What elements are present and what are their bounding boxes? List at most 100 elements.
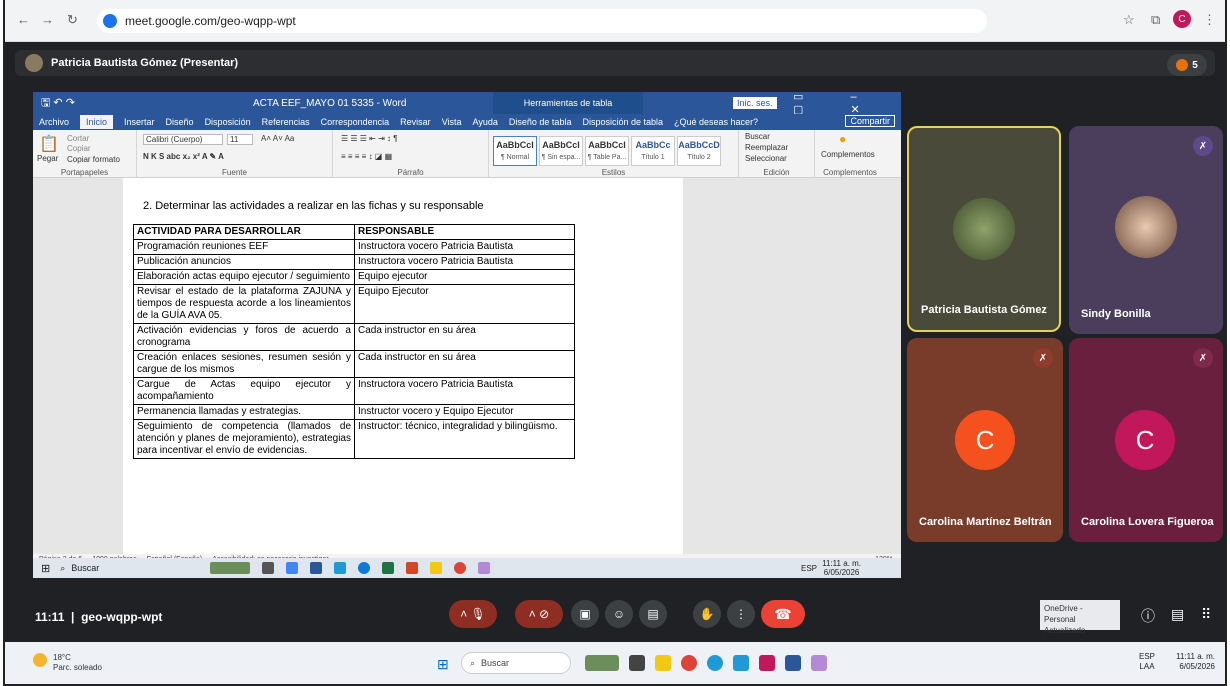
find-button[interactable]: Buscar xyxy=(745,132,770,141)
paste-icon[interactable]: 📋 xyxy=(39,134,59,154)
weather-widget[interactable]: 18°C Parc. soleado xyxy=(33,653,102,673)
tab-vista[interactable]: Vista xyxy=(442,117,462,127)
style-titulo-1[interactable]: AaBbCc Título 1 xyxy=(631,136,675,166)
mic-toggle-button[interactable]: ˄ 🎙 xyxy=(449,600,497,628)
format-painter-button[interactable]: Copiar formato xyxy=(67,155,120,164)
tab-insertar[interactable]: Insertar xyxy=(124,117,155,127)
save-icon[interactable]: 🖫 ↶ ↷ xyxy=(41,94,75,113)
host-search[interactable]: ⌕ Buscar xyxy=(461,652,571,674)
table-cell[interactable]: Elaboración actas equipo ejecutor / segu… xyxy=(133,269,355,285)
present-button[interactable]: ▤ xyxy=(639,600,667,628)
emoji-button[interactable]: ☺ xyxy=(605,600,633,628)
edge-icon[interactable] xyxy=(707,655,723,671)
input-language[interactable]: ESP LAA xyxy=(1139,652,1155,672)
reload-icon[interactable]: ↻ xyxy=(67,12,78,28)
bookmark-star-icon[interactable]: ☆ xyxy=(1123,12,1135,28)
address-bar[interactable]: meet.google.com/geo-wqpp-wpt xyxy=(97,9,987,33)
host-clock[interactable]: 11:11 a. m. 6/05/2026 xyxy=(1176,652,1215,672)
profile-avatar[interactable]: C xyxy=(1173,10,1191,28)
table-cell[interactable]: Equipo ejecutor xyxy=(354,269,575,285)
camera-toggle-button[interactable]: ˄ ⊘ xyxy=(515,600,563,628)
people-count-button[interactable]: 5 xyxy=(1167,54,1207,76)
grow-font-icon[interactable]: A˄ A˅ Aa xyxy=(261,134,294,143)
table-cell[interactable]: Creación enlaces sesiones, resumen sesió… xyxy=(133,350,355,378)
table-cell[interactable]: Cargue de Actas equipo ejecutor y acompa… xyxy=(133,377,355,405)
participant-tile-carolina-lovera[interactable]: ✗ C Carolina Lovera Figueroa xyxy=(1069,338,1223,542)
activities-icon[interactable]: ⠿ xyxy=(1201,606,1211,623)
onedrive-toast[interactable]: OneDrive - Personal Actualizado xyxy=(1040,600,1120,635)
participant-tile-sindy[interactable]: ✗ Sindy Bonilla xyxy=(1069,126,1223,334)
landscape-icon[interactable] xyxy=(585,655,619,671)
tab-disposicion[interactable]: Disposición xyxy=(205,117,251,127)
edge-icon xyxy=(358,562,371,574)
table-cell[interactable]: Instructora vocero Patricia Bautista xyxy=(354,239,575,255)
table-cell[interactable]: Cada instructor en su área xyxy=(354,323,575,351)
chat-icon[interactable]: ▤ xyxy=(1171,606,1184,623)
raise-hand-button[interactable]: ✋ xyxy=(693,600,721,628)
paste-button[interactable]: Pegar xyxy=(37,154,58,163)
table-cell[interactable]: Activación evidencias y foros de acuerdo… xyxy=(133,323,355,351)
taskview-icon[interactable] xyxy=(629,655,645,671)
forward-icon[interactable]: → xyxy=(41,12,54,27)
taskview-icon xyxy=(262,562,275,574)
tab-diseno-tabla[interactable]: Diseño de tabla xyxy=(509,117,572,127)
font-family-select[interactable]: Calibri (Cuerpo) xyxy=(143,134,223,145)
table-cell[interactable]: Seguimiento de competencia (llamados de … xyxy=(133,419,355,459)
tell-me-search[interactable]: ¿Qué deseas hacer? xyxy=(674,117,758,127)
table-cell[interactable]: Equipo Ejecutor xyxy=(354,284,575,324)
photos-icon[interactable] xyxy=(733,655,749,671)
table-cell[interactable]: Programación reuniones EEF xyxy=(133,239,355,255)
tab-revisar[interactable]: Revisar xyxy=(400,117,431,127)
style-table-paragraph[interactable]: AaBbCcI ¶ Table Pa... xyxy=(585,136,629,166)
copilot-icon xyxy=(478,562,491,574)
extensions-icon[interactable]: ⧉ xyxy=(1151,12,1160,28)
tab-correspondencia[interactable]: Correspondencia xyxy=(321,117,390,127)
more-options-button[interactable]: ⋮ xyxy=(727,600,755,628)
tab-disposicion-tabla[interactable]: Disposición de tabla xyxy=(582,117,663,127)
menu-kebab-icon[interactable]: ⋮ xyxy=(1203,12,1216,28)
captions-button[interactable]: ▣ xyxy=(571,600,599,628)
table-cell[interactable]: Cada instructor en su área xyxy=(354,350,575,378)
style-normal[interactable]: AaBbCcI ¶ Normal xyxy=(493,136,537,166)
window-controls[interactable]: ▭ – ▢ ✕ xyxy=(793,90,901,116)
style-sin-espacio[interactable]: AaBbCcI ¶ Sin espa... xyxy=(539,136,583,166)
tab-referencias[interactable]: Referencias xyxy=(262,117,310,127)
tab-ayuda[interactable]: Ayuda xyxy=(473,117,498,127)
addins-button[interactable]: Complementos xyxy=(821,150,875,159)
site-info-icon[interactable] xyxy=(103,14,117,28)
explorer-icon[interactable] xyxy=(655,655,671,671)
table-cell[interactable]: Instructor vocero y Equipo Ejecutor xyxy=(354,404,575,420)
copilot-icon[interactable] xyxy=(811,655,827,671)
share-button[interactable]: Compartir xyxy=(845,115,895,127)
table-cell[interactable]: Permanencia llamadas y estrategias. xyxy=(133,404,355,420)
tab-diseno[interactable]: Diseño xyxy=(166,117,194,127)
mail-icon[interactable] xyxy=(759,655,775,671)
style-titulo-2[interactable]: AaBbCcD Título 2 xyxy=(677,136,721,166)
table-cell[interactable]: Instructora vocero Patricia Bautista xyxy=(354,254,575,270)
select-button[interactable]: Seleccionar xyxy=(745,154,787,163)
windows-start-icon[interactable]: ⊞ xyxy=(437,656,449,673)
align-icons[interactable]: ≡ ≡ ≡ ≡ ↕ ◪ ▦ xyxy=(341,152,392,161)
group-addins: ● Complementos Complementos xyxy=(815,130,885,178)
back-icon[interactable]: ← xyxy=(17,12,30,27)
end-call-button[interactable]: ☎ xyxy=(761,600,805,628)
info-icon[interactable]: ⓘ xyxy=(1141,606,1155,626)
tab-archivo[interactable]: Archivo xyxy=(39,117,69,127)
copy-button[interactable]: Copiar xyxy=(67,144,91,153)
cut-button[interactable]: Cortar xyxy=(67,134,89,143)
document-page[interactable]: 2. Determinar las actividades a realizar… xyxy=(123,178,683,554)
list-icons[interactable]: ☰ ☰ ☰ ⇤ ⇥ ↕ ¶ xyxy=(341,134,398,143)
signin-button[interactable]: Inic. ses. xyxy=(733,97,777,109)
table-cell[interactable]: Instructora vocero Patricia Bautista xyxy=(354,377,575,405)
table-cell[interactable]: Revisar el estado de la plataforma ZAJUN… xyxy=(133,284,355,324)
participant-tile-carolina-martinez[interactable]: ✗ C Carolina Martínez Beltrán xyxy=(907,338,1063,542)
replace-button[interactable]: Reemplazar xyxy=(745,143,788,152)
chrome-icon[interactable] xyxy=(681,655,697,671)
table-cell[interactable]: Instructor: técnico, integralidad y bili… xyxy=(354,419,575,459)
table-cell[interactable]: Publicación anuncios xyxy=(133,254,355,270)
store-icon[interactable] xyxy=(785,655,801,671)
tab-inicio[interactable]: Inicio xyxy=(80,115,114,129)
participant-tile-patricia[interactable]: Patricia Bautista Gómez xyxy=(907,126,1061,332)
font-size-select[interactable]: 11 xyxy=(227,134,253,145)
text-format-icons[interactable]: N K S abc x₂ x² A ✎ A xyxy=(143,152,224,161)
